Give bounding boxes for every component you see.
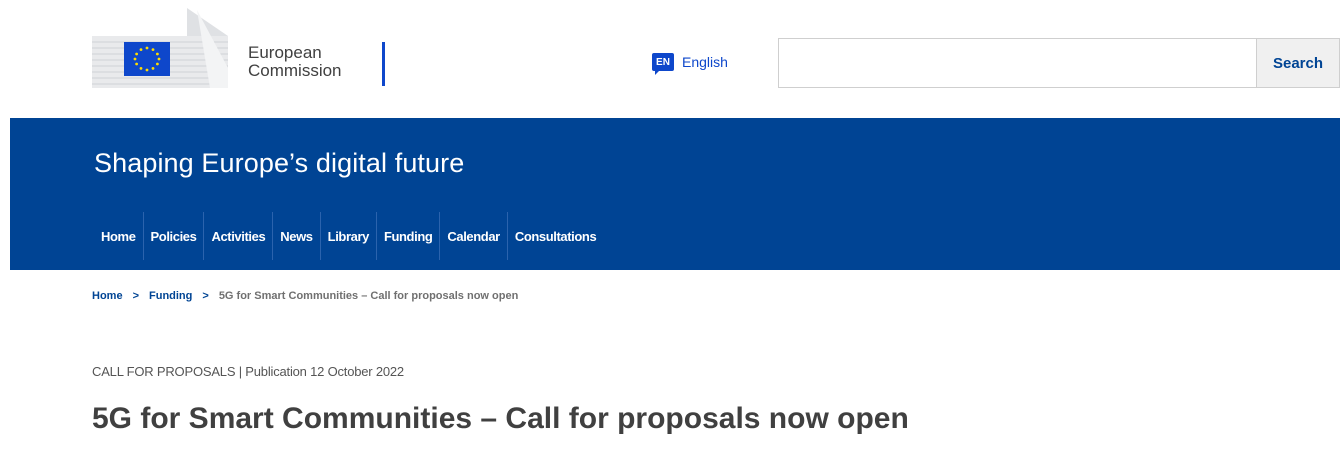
nav-item-consultations[interactable]: Consultations <box>506 212 603 260</box>
breadcrumb-funding[interactable]: Funding <box>149 290 192 302</box>
nav-item-library[interactable]: Library <box>319 212 376 260</box>
logo-text: European Commission <box>248 44 342 80</box>
language-label: English <box>682 54 728 70</box>
breadcrumb-separator: > <box>202 290 209 302</box>
logo-line-european: European <box>248 43 322 62</box>
breadcrumb-separator: > <box>132 290 139 302</box>
nav-item-policies[interactable]: Policies <box>142 212 204 260</box>
search-bar: Search <box>778 38 1340 88</box>
breadcrumb-current: 5G for Smart Communities – Call for prop… <box>218 290 519 302</box>
article-meta: CALL FOR PROPOSALS | Publication 12 Octo… <box>92 364 404 379</box>
breadcrumb-home[interactable]: Home <box>92 290 123 302</box>
main-navigation: Home Policies Activities News Library Fu… <box>94 212 603 260</box>
language-selector[interactable]: EN English <box>652 52 728 75</box>
search-button[interactable]: Search <box>1256 38 1340 88</box>
logo-line-commission: Commission <box>248 61 342 80</box>
nav-item-calendar[interactable]: Calendar <box>439 212 506 260</box>
nav-item-home[interactable]: Home <box>94 212 143 260</box>
language-icon: EN <box>652 53 674 75</box>
commission-building-logo-icon <box>92 8 228 88</box>
logo-divider <box>382 42 385 86</box>
nav-item-activities[interactable]: Activities <box>203 212 272 260</box>
nav-item-funding[interactable]: Funding <box>375 212 439 260</box>
breadcrumb: Home > Funding > 5G for Smart Communitie… <box>92 290 518 302</box>
page-title: 5G for Smart Communities – Call for prop… <box>92 402 909 435</box>
european-commission-logo[interactable]: European Commission <box>92 8 392 88</box>
search-input[interactable] <box>778 38 1256 88</box>
site-header: European Commission EN English Search <box>0 0 1340 118</box>
nav-item-news[interactable]: News <box>272 212 319 260</box>
site-banner: Shaping Europe’s digital future Home Pol… <box>10 118 1340 270</box>
site-title[interactable]: Shaping Europe’s digital future <box>94 148 464 179</box>
